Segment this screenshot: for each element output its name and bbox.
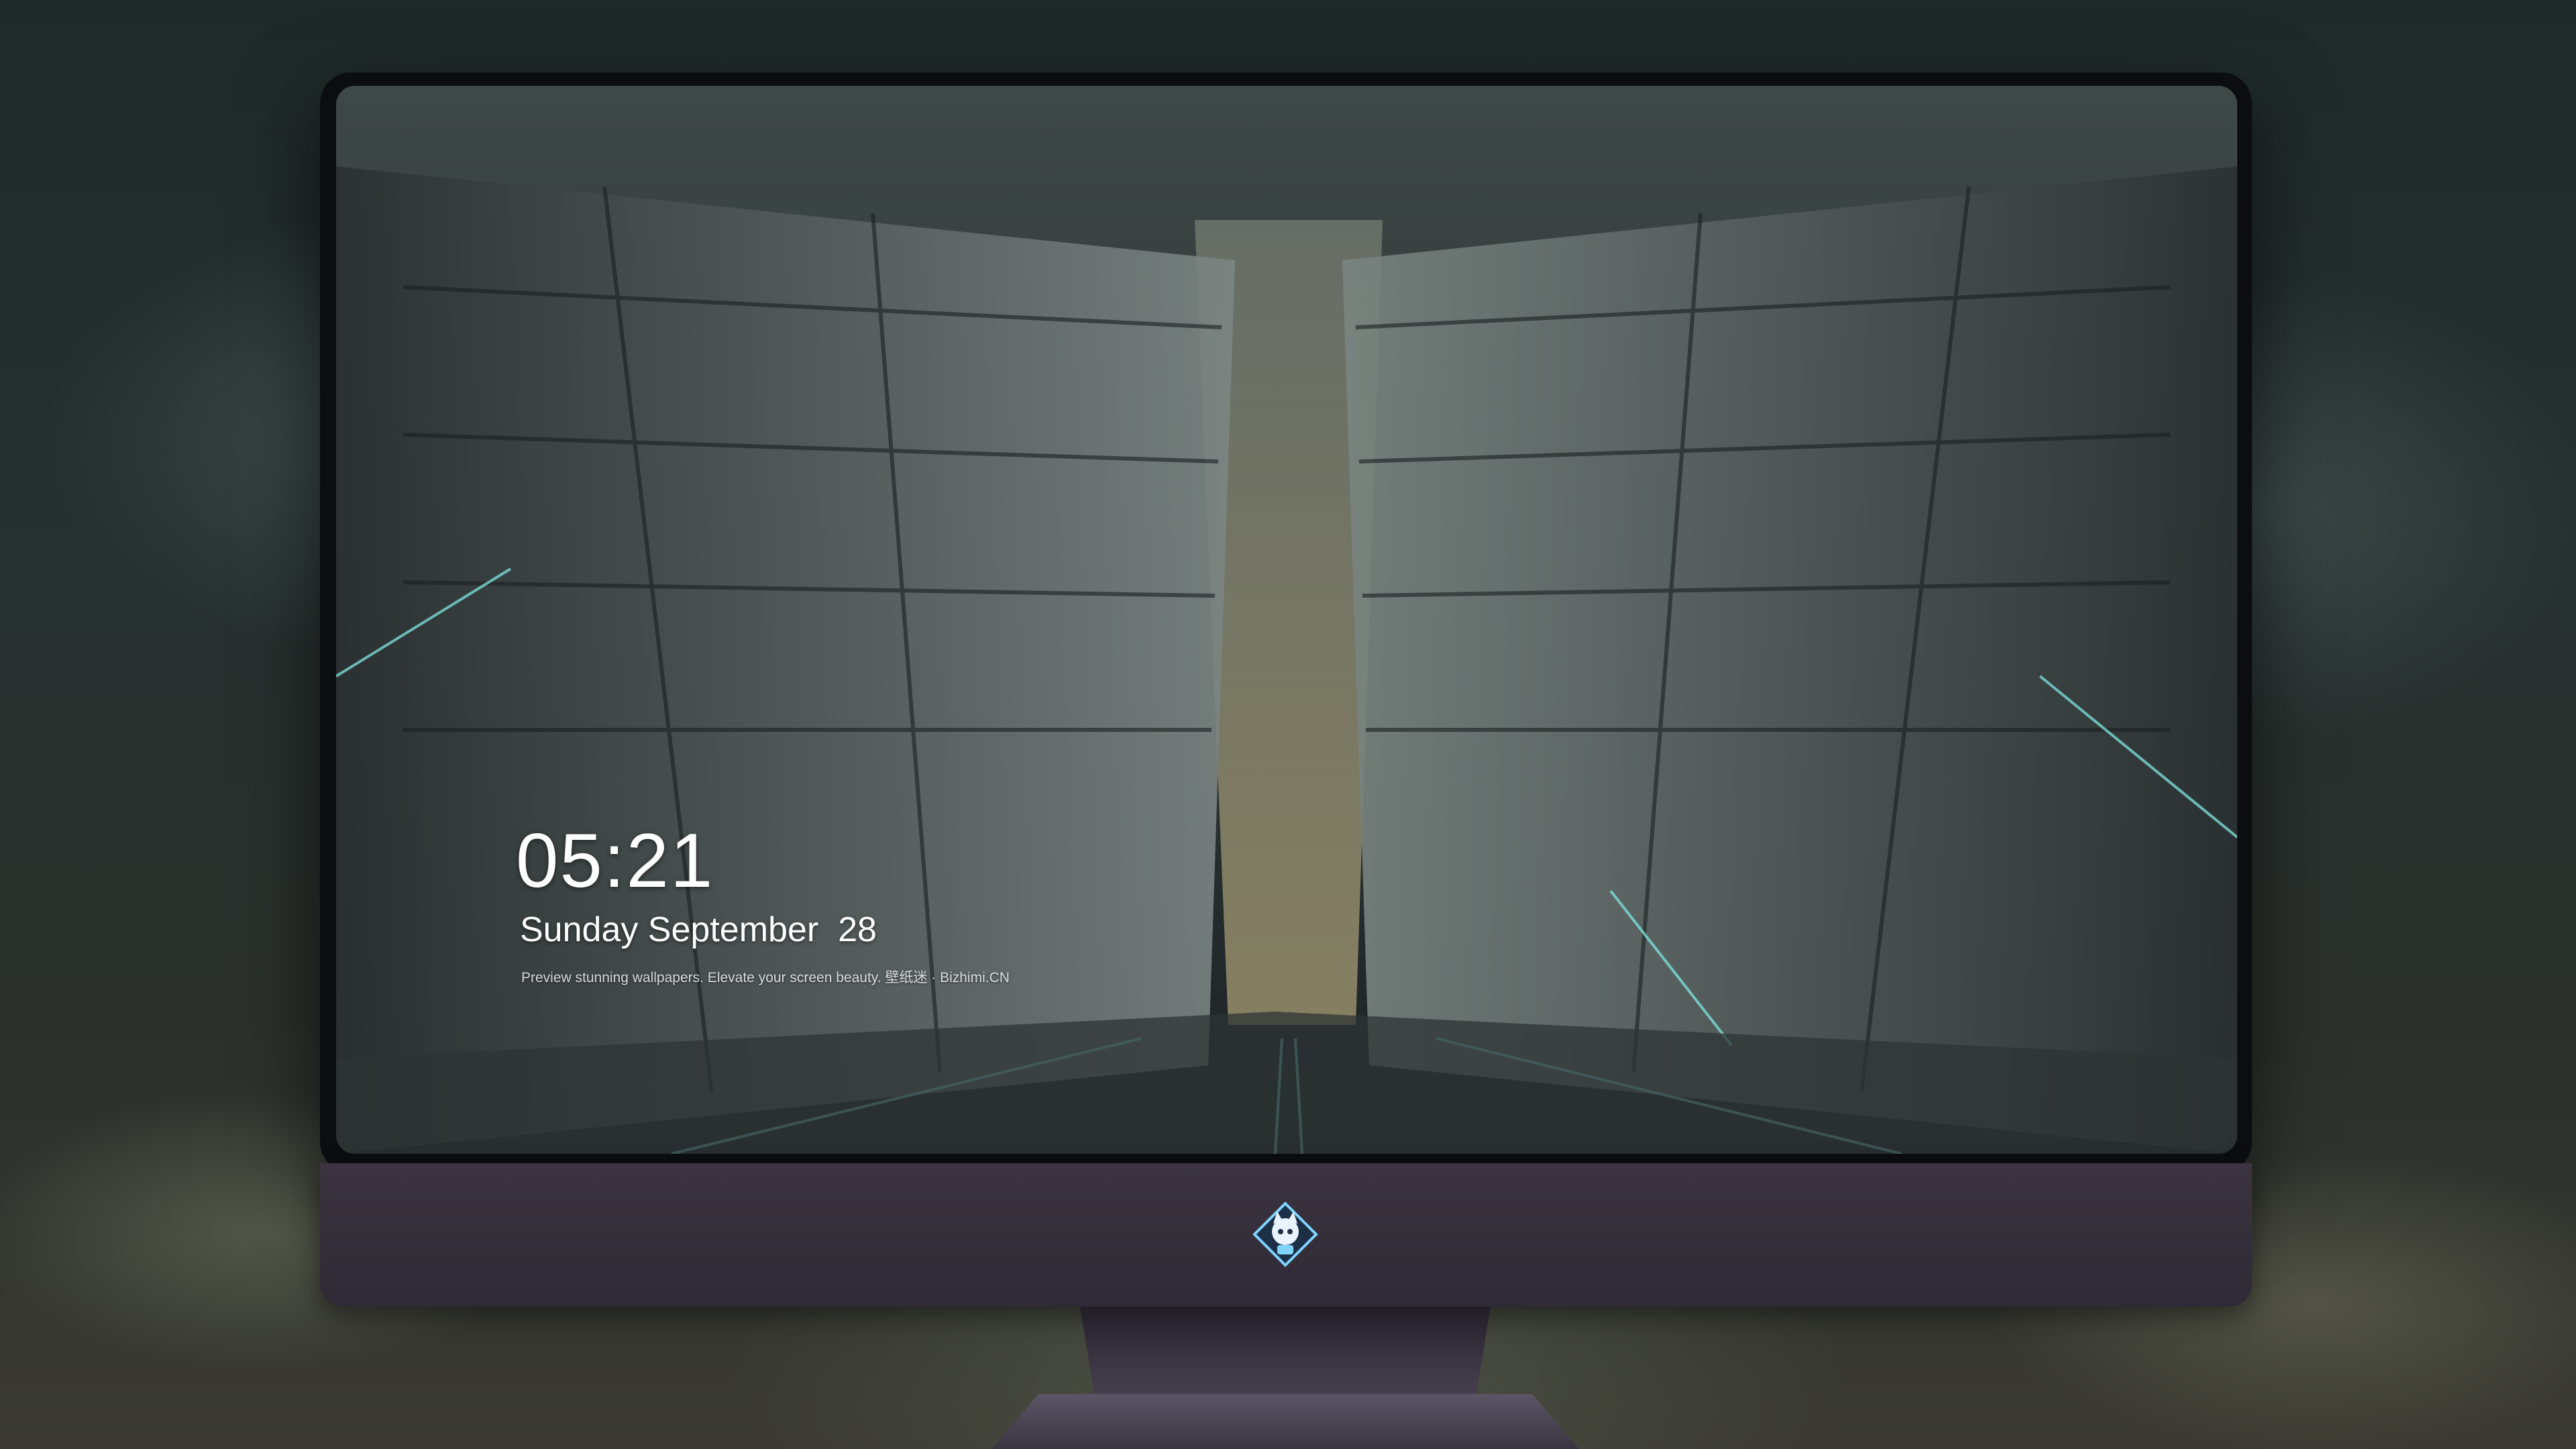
lockscreen-time: 05:21 xyxy=(516,818,714,904)
monitor-stand-neck xyxy=(1080,1307,1491,1407)
wallpaper-caption: Preview stunning wallpapers. Elevate you… xyxy=(521,970,1010,985)
cityscape-wallpaper xyxy=(336,86,2237,1154)
lockscreen-date: Sunday September 28 xyxy=(520,910,877,949)
monitor-stand-base xyxy=(991,1394,1579,1449)
bizhimi-mascot-logo xyxy=(1252,1201,1318,1267)
monitor-screen: 05:21 Sunday September 28 Preview stunni… xyxy=(336,86,2237,1154)
